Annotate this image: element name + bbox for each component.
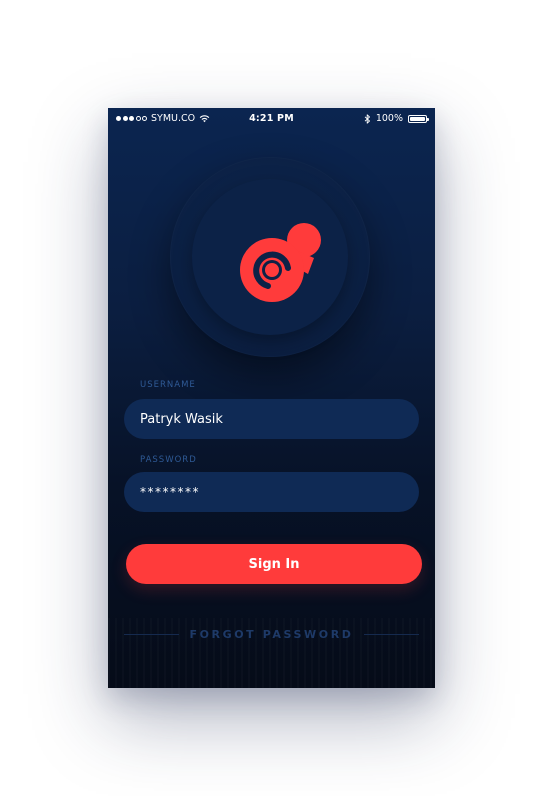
bluetooth-icon (364, 113, 370, 124)
battery-icon (408, 114, 429, 123)
forgot-password-link[interactable]: FORGOT PASSWORD (179, 628, 363, 641)
username-label: USERNAME (140, 380, 196, 390)
password-field[interactable] (124, 472, 419, 512)
username-field[interactable] (124, 399, 419, 439)
app-logo-icon (240, 223, 321, 302)
username-input[interactable] (140, 411, 403, 427)
divider-right (363, 633, 419, 635)
canvas: SYMU.CO 4:21 PM 100% USERNAME Patryk Was… (0, 0, 543, 796)
divider-left (124, 633, 180, 635)
sign-in-button[interactable]: Sign In (126, 544, 422, 584)
battery-level (410, 116, 425, 121)
phone-screen: SYMU.CO 4:21 PM 100% USERNAME Patryk Was… (108, 108, 435, 688)
status-bar: SYMU.CO 4:21 PM 100% (108, 108, 435, 130)
password-label: PASSWORD (140, 455, 197, 465)
status-bar-right: 100% (364, 113, 429, 124)
password-input[interactable] (140, 485, 403, 499)
battery-percent: 100% (375, 113, 403, 124)
forgot-password-row: FORGOT PASSWORD (124, 626, 419, 642)
